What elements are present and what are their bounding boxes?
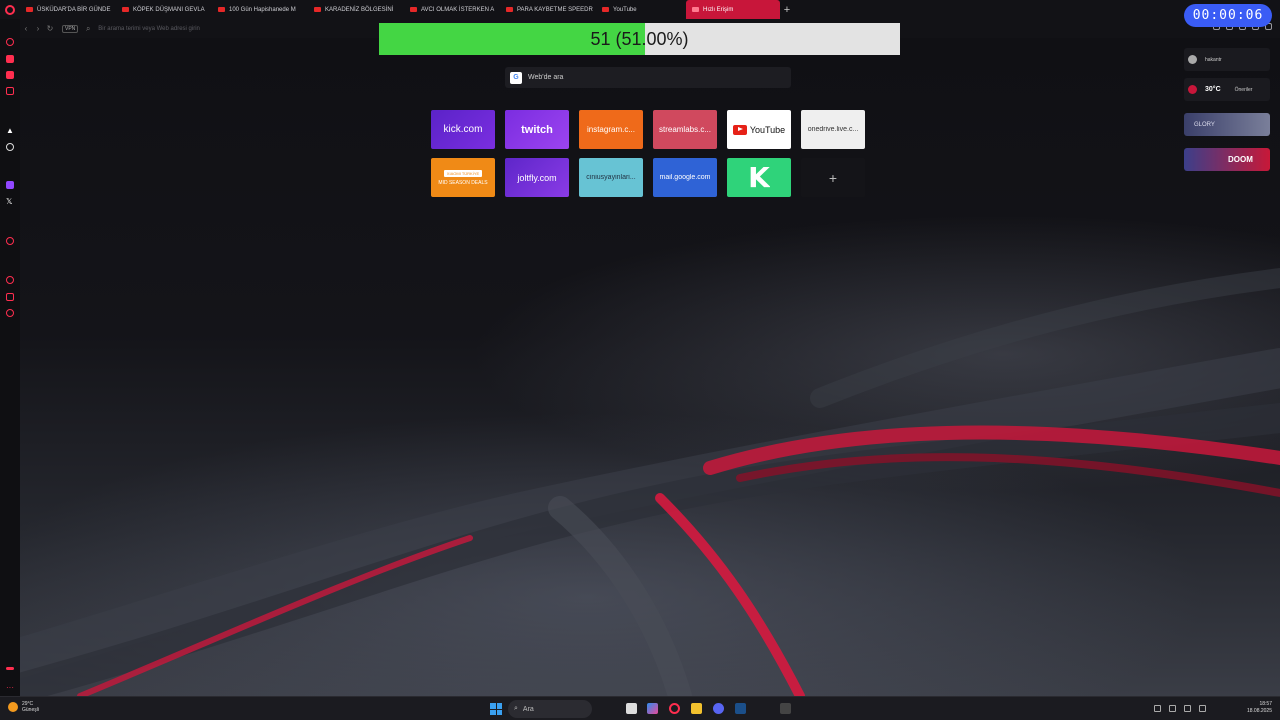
download-sidebar-icon[interactable]: [6, 293, 14, 301]
progress-label: 51 (51.00%): [590, 28, 689, 49]
x-icon[interactable]: 𝕏: [6, 197, 12, 206]
opera-logo-icon[interactable]: [0, 0, 20, 19]
profile-card[interactable]: hakantr: [1184, 48, 1270, 71]
address-input[interactable]: Bir arama terimi veya Web adresi girin: [98, 26, 200, 32]
right-panel: hakantr 30°C Öneriler GLORY DOOM: [1180, 38, 1280, 178]
back-icon[interactable]: ‹: [20, 24, 32, 33]
tab-bar: ÜSKÜDAR'DA BİR GÜNDE KÖPEK DÜŞMANI GEVLA…: [0, 0, 1280, 19]
tab-youtube-6[interactable]: PARA KAYBETME SPEEDR: [500, 0, 596, 19]
more-icon[interactable]: ···: [6, 683, 14, 692]
progress-bar: 51 (51.00%): [379, 23, 900, 55]
tab-youtube-4[interactable]: KARADENİZ BÖLGESİNİ: [308, 0, 404, 19]
speed-dial-kick-logo[interactable]: K: [727, 158, 791, 197]
arrow-icon[interactable]: ▲: [6, 126, 14, 135]
game-card-doom[interactable]: DOOM: [1184, 148, 1270, 171]
game-card-glory[interactable]: GLORY: [1184, 113, 1270, 136]
steam-icon[interactable]: [735, 703, 746, 714]
speed-dial-youtube[interactable]: YouTube: [727, 110, 791, 149]
tab-youtube-3[interactable]: 100 Gün Hapishanede M: [212, 0, 308, 19]
speed-dial-gmail[interactable]: mail.google.com: [653, 158, 717, 197]
screen: ÜSKÜDAR'DA BİR GÜNDE KÖPEK DÜŞMANI GEVLA…: [0, 0, 1280, 720]
weather-card[interactable]: 30°C Öneriler: [1184, 78, 1270, 101]
speed-dial-streamlabs[interactable]: streamlabs.c...: [653, 110, 717, 149]
chatgpt-icon[interactable]: [6, 143, 14, 151]
youtube-icon: [314, 7, 321, 12]
weather-icon: [1188, 85, 1197, 94]
taskbar: 29°C Güneşli ⌕ Ara 18:57 18.08.2025: [0, 696, 1280, 720]
tray-app-icon[interactable]: [1169, 705, 1176, 712]
youtube-icon: [410, 7, 417, 12]
speed-dial-xiaomi[interactable]: XIAOMI TÜRKİYE MID SEASON DEALS: [431, 158, 495, 197]
youtube-logo-icon: [732, 124, 747, 135]
avatar: [1188, 55, 1197, 64]
taskbar-search[interactable]: ⌕ Ara: [508, 700, 592, 718]
add-speed-dial-button[interactable]: +: [801, 158, 865, 197]
speed-dial-twitch[interactable]: twitch: [505, 110, 569, 149]
tab-youtube-2[interactable]: KÖPEK DÜŞMANI GEVLA: [116, 0, 212, 19]
file-explorer-icon[interactable]: [691, 703, 702, 714]
twitch-icon[interactable]: [6, 181, 14, 189]
speed-dial-joltfly[interactable]: joltfly.com: [505, 158, 569, 197]
network-icon[interactable]: [1184, 705, 1191, 712]
google-icon: G: [510, 71, 522, 84]
speed-dial-cinius[interactable]: ciniusyayinlari...: [579, 158, 643, 197]
speed-dial-icon: [692, 7, 699, 12]
youtube-icon: [602, 7, 609, 12]
twitch-sidebar-icon[interactable]: [6, 71, 14, 79]
tab-youtube-5[interactable]: AVCI OLMAK İSTERKEN A: [404, 0, 500, 19]
task-view-icon[interactable]: [626, 703, 637, 714]
speed-dial-onedrive[interactable]: onedrive.live.c...: [801, 110, 865, 149]
discord-icon[interactable]: [713, 703, 724, 714]
social-icon[interactable]: [6, 87, 14, 95]
search-label: Web'de ara: [528, 74, 564, 81]
new-tab-button[interactable]: +: [780, 4, 794, 16]
chevron-up-icon[interactable]: [1154, 705, 1161, 712]
history-icon[interactable]: [6, 276, 14, 284]
clock[interactable]: 18:57 18.08.2025: [1247, 701, 1272, 715]
youtube-icon: [122, 7, 129, 12]
system-tray: [1154, 705, 1206, 712]
timer-display: 00:00:06: [1184, 4, 1272, 27]
speed-dial-kick[interactable]: kick.com: [431, 110, 495, 149]
search-icon: ⌕: [86, 23, 91, 33]
vpn-badge[interactable]: VPN: [62, 24, 79, 33]
bag-icon[interactable]: [6, 55, 14, 63]
sidebar: ▲ 𝕏 ···: [0, 19, 20, 696]
sun-icon: [8, 702, 18, 712]
copilot-icon[interactable]: [647, 703, 658, 714]
sidebar-gauge-icon: [6, 667, 14, 670]
tab-youtube-7[interactable]: YouTube: [596, 0, 686, 19]
taskbar-weather[interactable]: 29°C Güneşli: [8, 701, 39, 713]
tab-speed-dial[interactable]: Hızlı Erişim: [686, 0, 780, 19]
reload-icon[interactable]: ↻: [44, 24, 56, 33]
start-button[interactable]: [490, 703, 502, 715]
youtube-icon: [506, 7, 513, 12]
forward-icon[interactable]: ›: [32, 24, 44, 33]
search-icon: ⌕: [514, 705, 518, 712]
app-icon[interactable]: [780, 703, 791, 714]
aria-icon[interactable]: [6, 38, 14, 46]
volume-icon[interactable]: [1199, 705, 1206, 712]
opera-taskbar-icon[interactable]: [669, 703, 680, 714]
youtube-icon: [218, 7, 225, 12]
web-search-box[interactable]: G Web'de ara: [505, 67, 791, 88]
youtube-icon: [26, 7, 33, 12]
settings-icon[interactable]: [6, 309, 14, 317]
tab-youtube-1[interactable]: ÜSKÜDAR'DA BİR GÜNDE: [20, 0, 116, 19]
speed-dial-grid: kick.com twitch instagram.c... streamlab…: [431, 110, 865, 197]
player-icon[interactable]: [6, 237, 14, 245]
speed-dial-instagram[interactable]: instagram.c...: [579, 110, 643, 149]
